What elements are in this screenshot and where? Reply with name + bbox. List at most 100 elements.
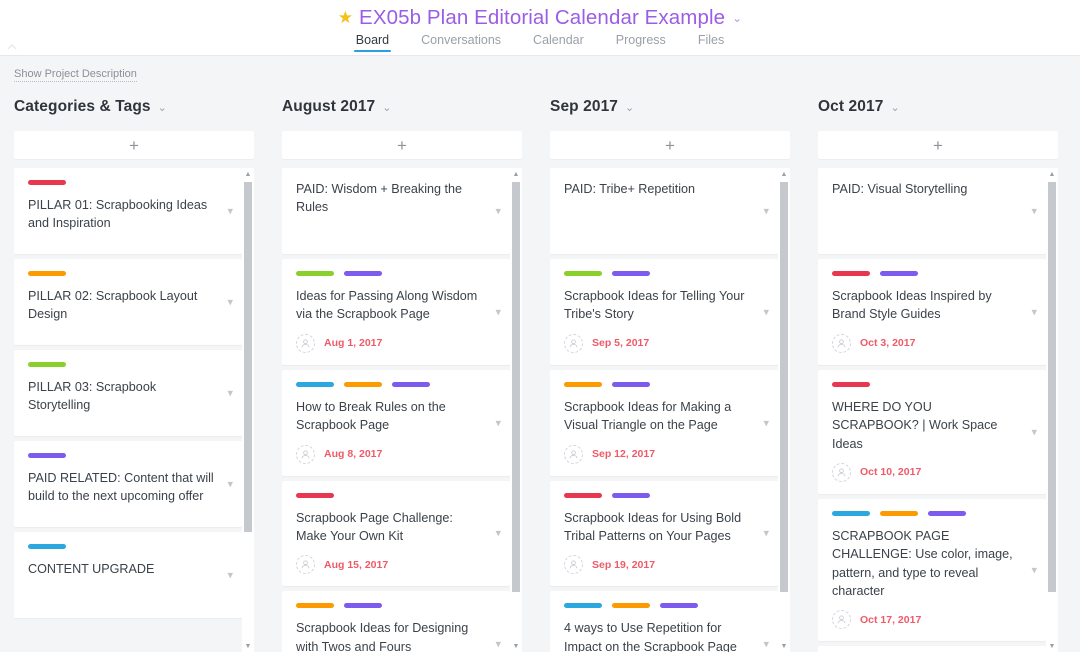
chevron-down-icon[interactable]: ⌄	[732, 11, 742, 25]
chevron-down-icon[interactable]: ▾	[1031, 425, 1037, 438]
add-card-button[interactable]: +	[282, 131, 522, 159]
board-card[interactable]: Scrapbook Ideas Inspired by Brand Style …	[818, 259, 1046, 365]
scrollbar-thumb[interactable]	[1048, 182, 1056, 592]
tag-blue[interactable]	[296, 381, 334, 387]
scroll-down-arrow-icon[interactable]: ▼	[510, 640, 522, 652]
board-card[interactable]: SCRAPBOOK PAGE CHALLENGE: Use color, ima…	[818, 498, 1046, 642]
tag-blue[interactable]	[564, 603, 602, 609]
board-card[interactable]: PAID: Tribe+ Repetition ▾	[550, 168, 778, 254]
board-card[interactable]: PILLAR 03: Scrapbook Storytelling ▾	[14, 350, 242, 436]
tag-orange[interactable]	[28, 271, 66, 276]
board-card[interactable]: 4 ways to Use Repetition for Impact on t…	[550, 591, 778, 652]
board-card[interactable]: PILLAR 01: Scrapbooking Ideas and Inspir…	[14, 168, 242, 254]
tab-progress[interactable]: Progress	[616, 33, 666, 52]
tag-red[interactable]	[28, 180, 66, 185]
board-card[interactable]: Ideas for Passing Along Wisdom via the S…	[282, 259, 510, 365]
chevron-down-icon[interactable]: ⌄	[382, 101, 391, 114]
scroll-up-arrow-icon[interactable]: ▲	[510, 168, 522, 180]
tab-files[interactable]: Files	[698, 33, 724, 52]
chevron-down-icon[interactable]: ▾	[1031, 305, 1037, 318]
chevron-down-icon[interactable]: ▾	[1031, 564, 1037, 577]
avatar[interactable]	[564, 333, 583, 353]
avatar[interactable]	[564, 555, 583, 575]
column-scrollbar[interactable]: ▲ ▼	[1046, 168, 1058, 652]
tag-blue[interactable]	[832, 510, 870, 516]
board-card[interactable]: PILLAR 02: Scrapbook Layout Design ▾	[14, 259, 242, 345]
scroll-up-arrow-icon[interactable]: ▲	[1046, 168, 1058, 180]
avatar[interactable]	[296, 444, 315, 464]
avatar[interactable]	[832, 610, 851, 630]
tag-red[interactable]	[296, 492, 334, 498]
chevron-down-icon[interactable]: ▾	[227, 205, 233, 218]
avatar[interactable]	[296, 555, 315, 575]
chevron-down-icon[interactable]: ▾	[1031, 205, 1037, 218]
chevron-down-icon[interactable]: ▾	[227, 296, 233, 309]
chevron-down-icon[interactable]: ▾	[227, 387, 233, 400]
avatar[interactable]	[832, 333, 851, 353]
scroll-down-arrow-icon[interactable]: ▼	[1046, 640, 1058, 652]
add-card-button[interactable]: +	[14, 131, 254, 159]
tag-red[interactable]	[832, 381, 870, 387]
show-project-description-link[interactable]: Show Project Description	[14, 68, 137, 82]
board-card[interactable]: CONTENT UPGRADE ▾	[14, 532, 242, 618]
tag-green[interactable]	[564, 271, 602, 276]
tag-orange[interactable]	[612, 603, 650, 609]
chevron-down-icon[interactable]: ▾	[227, 478, 233, 491]
chevron-down-icon[interactable]: ▾	[227, 569, 233, 582]
scrollbar-thumb[interactable]	[780, 182, 788, 592]
tag-purple[interactable]	[392, 381, 430, 387]
chevron-down-icon[interactable]: ▾	[763, 527, 769, 540]
scrollbar-thumb[interactable]	[512, 182, 520, 592]
scrollbar-thumb[interactable]	[244, 182, 252, 532]
tag-orange[interactable]	[344, 381, 382, 387]
board-card[interactable]: PAID: Wisdom + Breaking the Rules ▾	[282, 168, 510, 254]
tag-blue[interactable]	[28, 544, 66, 549]
tab-board[interactable]: Board	[353, 33, 392, 52]
tag-purple[interactable]	[880, 271, 918, 276]
chevron-down-icon[interactable]: ▾	[495, 205, 501, 218]
chevron-down-icon[interactable]: ▾	[763, 638, 769, 651]
column-scrollbar[interactable]: ▲ ▼	[510, 168, 522, 652]
board-card[interactable]: WHERE DO YOU SCRAPBOOK? | Work Space Ide…	[818, 369, 1046, 494]
chevron-down-icon[interactable]: ▾	[763, 305, 769, 318]
board-card[interactable]: Scrapbook Ideas for Using Interactive El…	[818, 646, 1046, 652]
avatar[interactable]	[296, 333, 315, 353]
add-card-button[interactable]: +	[550, 131, 790, 159]
tag-orange[interactable]	[880, 510, 918, 516]
tab-conversations[interactable]: Conversations	[421, 33, 501, 52]
board-card[interactable]: How to Break Rules on the Scrapbook Page…	[282, 369, 510, 476]
column-scrollbar[interactable]: ▲ ▼	[242, 168, 254, 652]
collapse-panel-icon[interactable]	[4, 40, 20, 52]
chevron-down-icon[interactable]: ▾	[495, 305, 501, 318]
star-icon[interactable]: ★	[338, 9, 353, 26]
tag-purple[interactable]	[344, 603, 382, 609]
avatar[interactable]	[564, 444, 583, 464]
tag-red[interactable]	[564, 492, 602, 498]
chevron-down-icon[interactable]: ▾	[495, 416, 501, 429]
board-card[interactable]: Scrapbook Ideas for Using Bold Tribal Pa…	[550, 480, 778, 587]
board-card[interactable]: Scrapbook Ideas for Telling Your Tribe's…	[550, 259, 778, 365]
chevron-down-icon[interactable]: ⌄	[625, 101, 634, 114]
tab-calendar[interactable]: Calendar	[533, 33, 584, 52]
tag-green[interactable]	[296, 271, 334, 276]
tag-orange[interactable]	[296, 603, 334, 609]
tag-purple[interactable]	[612, 381, 650, 387]
tag-purple[interactable]	[928, 510, 966, 516]
chevron-down-icon[interactable]: ▾	[495, 527, 501, 540]
chevron-down-icon[interactable]: ▾	[763, 205, 769, 218]
avatar[interactable]	[832, 462, 851, 482]
board-card[interactable]: PAID RELATED: Content that will build to…	[14, 441, 242, 527]
tag-purple[interactable]	[660, 603, 698, 609]
scroll-down-arrow-icon[interactable]: ▼	[242, 640, 254, 652]
board-card[interactable]: Scrapbook Page Challenge: Make Your Own …	[282, 480, 510, 587]
board-card[interactable]: PAID: Visual Storytelling ▾	[818, 168, 1046, 254]
chevron-down-icon[interactable]: ⌄	[890, 101, 899, 114]
tag-purple[interactable]	[612, 492, 650, 498]
tag-purple[interactable]	[344, 271, 382, 276]
tag-purple[interactable]	[28, 453, 66, 458]
chevron-down-icon[interactable]: ⌄	[158, 101, 167, 114]
tag-orange[interactable]	[564, 381, 602, 387]
board-card[interactable]: Scrapbook Ideas for Designing with Twos …	[282, 591, 510, 652]
board-card[interactable]: Scrapbook Ideas for Making a Visual Tria…	[550, 369, 778, 476]
tag-green[interactable]	[28, 362, 66, 367]
